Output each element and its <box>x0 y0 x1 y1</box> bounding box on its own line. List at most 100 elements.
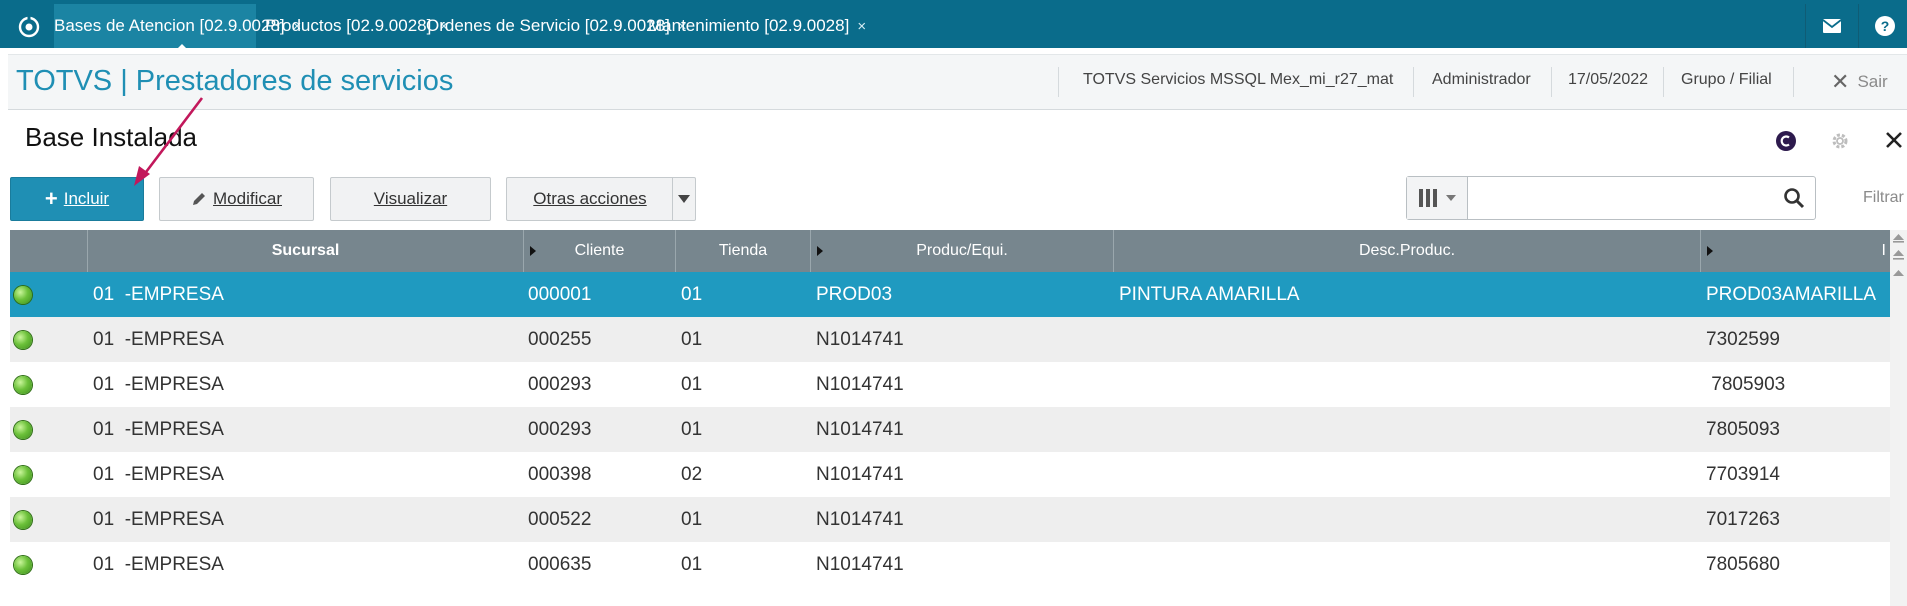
search-group <box>1406 176 1816 220</box>
divider <box>1793 67 1794 97</box>
status-led-icon <box>14 420 32 439</box>
cell-produc-equi: N1014741 <box>816 508 904 530</box>
column-header-sucursal[interactable]: Sucursal <box>88 230 524 272</box>
cell-cliente: 000635 <box>528 553 592 575</box>
cell-id: 7805680 <box>1706 553 1780 575</box>
divider <box>1663 67 1664 97</box>
sort-indicator-icon <box>817 246 823 256</box>
cell-sucursal: 01 -EMPRESA <box>93 508 224 530</box>
search-input[interactable] <box>1469 178 1773 218</box>
close-icon[interactable]: × <box>857 18 866 35</box>
cell-id: 7017263 <box>1706 508 1780 530</box>
column-header-tienda[interactable]: Tienda <box>676 230 811 272</box>
cell-id: 7703914 <box>1706 463 1780 485</box>
cell-cliente: 000293 <box>528 418 592 440</box>
tab-bases-de-atencion[interactable]: Bases de Atencion [02.9.0028] × <box>54 4 301 48</box>
help-icon: ? <box>1875 16 1895 36</box>
column-header-status <box>10 230 88 272</box>
cell-sucursal: 01 -EMPRESA <box>93 553 224 575</box>
close-icon: ✕ <box>1831 69 1850 94</box>
cell-cliente: 000255 <box>528 328 592 350</box>
column-header-label: I <box>1881 242 1886 259</box>
data-grid: Sucursal Cliente Tienda Produc/Equi. Des… <box>10 230 1890 606</box>
cell-sucursal: 01 -EMPRESA <box>93 283 224 305</box>
modify-label: Modificar <box>213 189 282 208</box>
cell-produc-equi: N1014741 <box>816 418 904 440</box>
cell-sucursal: 01 -EMPRESA <box>93 418 224 440</box>
filter-link[interactable]: Filtrar <box>1863 189 1904 207</box>
cell-id: 7805903 <box>1706 373 1786 395</box>
view-button[interactable]: Visualizar <box>330 177 491 221</box>
cell-tienda: 01 <box>681 328 703 350</box>
status-cell <box>14 317 32 362</box>
column-header-cliente[interactable]: Cliente <box>524 230 676 272</box>
cell-tienda: 01 <box>681 373 703 395</box>
top-tab-bar: Bases de Atencion [02.9.0028] × Producto… <box>0 0 1907 52</box>
table-row[interactable]: 01 -EMPRESA 000293 01 N1014741 7805093 <box>10 407 1890 452</box>
cell-produc-equi: N1014741 <box>816 328 904 350</box>
table-row[interactable]: 01 -EMPRESA 000001 01 PROD03 PINTURA AMARILL… <box>10 272 1890 317</box>
column-header-label: Cliente <box>574 242 625 259</box>
column-header-id[interactable]: I <box>1701 230 1890 272</box>
cell-sucursal: 01 -EMPRESA <box>93 463 224 485</box>
cell-sucursal: 01 -EMPRESA <box>93 328 224 350</box>
chevron-down-icon[interactable] <box>672 178 695 220</box>
cell-tienda: 01 <box>681 553 703 575</box>
cell-tienda: 01 <box>681 508 703 530</box>
cell-cliente: 000001 <box>528 283 592 305</box>
totvs-logo-icon <box>1776 131 1796 151</box>
cell-tienda: 01 <box>681 283 703 305</box>
column-header-desc-produc[interactable]: Desc.Produc. <box>1114 230 1701 272</box>
settings-button[interactable] <box>1830 131 1850 151</box>
mail-button[interactable] <box>1805 4 1858 48</box>
table-row[interactable]: 01 -EMPRESA 000293 01 N1014741 7805903 <box>10 362 1890 407</box>
more-actions-dropdown[interactable]: Otras acciones <box>506 177 696 221</box>
close-page-button[interactable] <box>1883 129 1905 151</box>
status-led-icon <box>14 330 32 349</box>
cell-desc-produc: PINTURA AMARILLA <box>1119 283 1300 305</box>
divider <box>1058 67 1059 97</box>
search-button[interactable] <box>1783 187 1805 214</box>
divider <box>1551 67 1552 97</box>
view-label: Visualizar <box>373 189 448 208</box>
include-button[interactable]: + Incluir <box>10 177 144 221</box>
status-cell <box>14 407 32 452</box>
status-led-icon <box>14 465 32 484</box>
help-button[interactable]: ? <box>1858 4 1907 48</box>
column-selector[interactable] <box>1407 177 1468 219</box>
vertical-scrollbar[interactable] <box>1890 230 1907 606</box>
exit-button[interactable]: ✕ Sair <box>1831 69 1888 95</box>
tab-mantenimiento[interactable]: Mantenimiento [02.9.0028] × <box>648 4 866 48</box>
tab-label: Ordenes de Servicio [02.9.0028] <box>426 16 670 35</box>
status-cell <box>14 542 32 587</box>
table-row[interactable]: 01 -EMPRESA 000398 02 N1014741 7703914 <box>10 452 1890 497</box>
company-branch-button[interactable]: Grupo / Filial <box>1681 71 1772 89</box>
tab-productos[interactable]: Productos [02.9.0028] × <box>265 4 448 48</box>
tab-label: Bases de Atencion [02.9.0028] <box>54 16 285 35</box>
refresh-icon <box>18 16 40 38</box>
close-icon <box>1886 132 1902 148</box>
divider <box>1413 67 1414 97</box>
cell-cliente: 000293 <box>528 373 592 395</box>
tab-label: Productos [02.9.0028] <box>265 16 432 35</box>
table-row[interactable]: 01 -EMPRESA 000255 01 N1014741 7302599 <box>10 317 1890 362</box>
exit-label: Sair <box>1857 72 1888 91</box>
tab-label: Mantenimiento [02.9.0028] <box>648 16 850 35</box>
cell-id: PROD03AMARILLA <box>1706 283 1877 305</box>
cell-tienda: 02 <box>681 463 703 485</box>
active-tab-indicator <box>174 44 190 52</box>
status-cell <box>14 497 32 542</box>
totvs-logo-button[interactable] <box>1775 130 1797 152</box>
status-led-icon <box>14 555 32 574</box>
status-cell <box>14 362 32 407</box>
annotation-arrow <box>134 97 204 186</box>
scroll-top-icon <box>1893 234 1904 276</box>
cell-produc-equi: PROD03 <box>816 283 893 305</box>
status-cell <box>14 452 32 497</box>
home-button[interactable] <box>10 10 48 44</box>
sort-indicator-icon <box>530 246 536 256</box>
table-row[interactable]: 01 -EMPRESA 000635 01 N1014741 7805680 <box>10 542 1890 587</box>
column-header-produc-equi[interactable]: Produc/Equi. <box>811 230 1114 272</box>
status-led-icon <box>14 510 32 529</box>
table-row[interactable]: 01 -EMPRESA 000522 01 N1014741 7017263 <box>10 497 1890 542</box>
